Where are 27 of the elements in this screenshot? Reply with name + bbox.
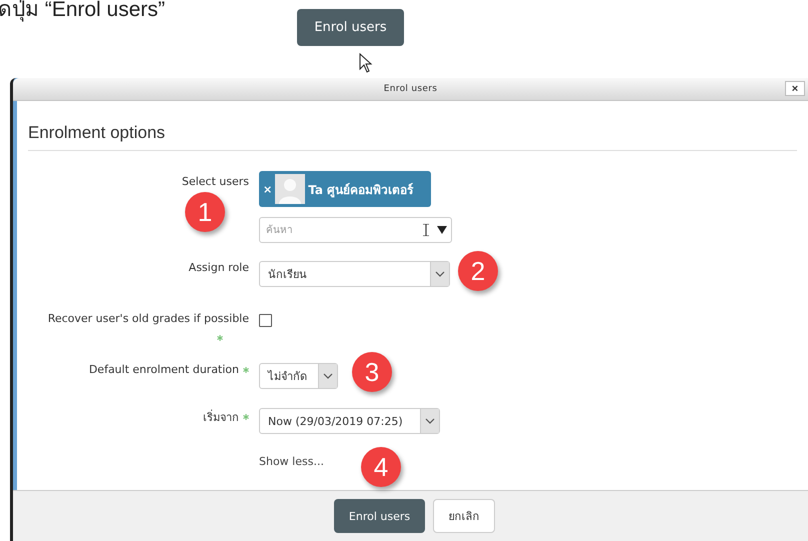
mouse-pointer-icon (359, 53, 373, 73)
field-label: Recover user's old grades if possible (48, 312, 249, 325)
caret-icon (323, 373, 333, 379)
show-less-link[interactable]: Show less... (259, 455, 324, 468)
field-label: Assign role (188, 261, 249, 274)
close-button[interactable]: × (785, 81, 805, 96)
select-field[interactable]: ไม่จำกัด (259, 363, 338, 389)
selected-user-chip[interactable]: × Ta ศูนย์คอมพิวเตอร์ (259, 171, 431, 207)
enrol-users-button[interactable]: Enrol users (334, 499, 425, 533)
search-field[interactable]: ค้นหา (259, 217, 452, 243)
caret-icon (425, 418, 435, 424)
caret-icon (435, 271, 445, 277)
field-label: Default enrolment duration (88, 363, 239, 376)
text-cursor-icon (422, 224, 430, 236)
select-field[interactable]: นักเรียน (259, 261, 450, 287)
checkbox[interactable] (259, 314, 272, 327)
dialog-title: Enrol users (384, 84, 438, 94)
user-name: Ta ศูนย์คอมพิวเตอร์ (308, 182, 414, 198)
remove-icon[interactable]: × (263, 182, 272, 196)
cancel-button[interactable]: ยกเลิก (433, 499, 495, 533)
avatar-icon (275, 174, 306, 204)
section-heading: Enrolment options (28, 123, 797, 151)
enrol-users-button[interactable]: Enrol users (297, 9, 404, 46)
dropdown-arrow-icon (437, 226, 447, 234)
field-label: เริ่มจาก (203, 408, 239, 426)
select-field[interactable]: Now (29/03/2019 07:25) (259, 408, 440, 434)
field-label: Select users (182, 175, 249, 188)
